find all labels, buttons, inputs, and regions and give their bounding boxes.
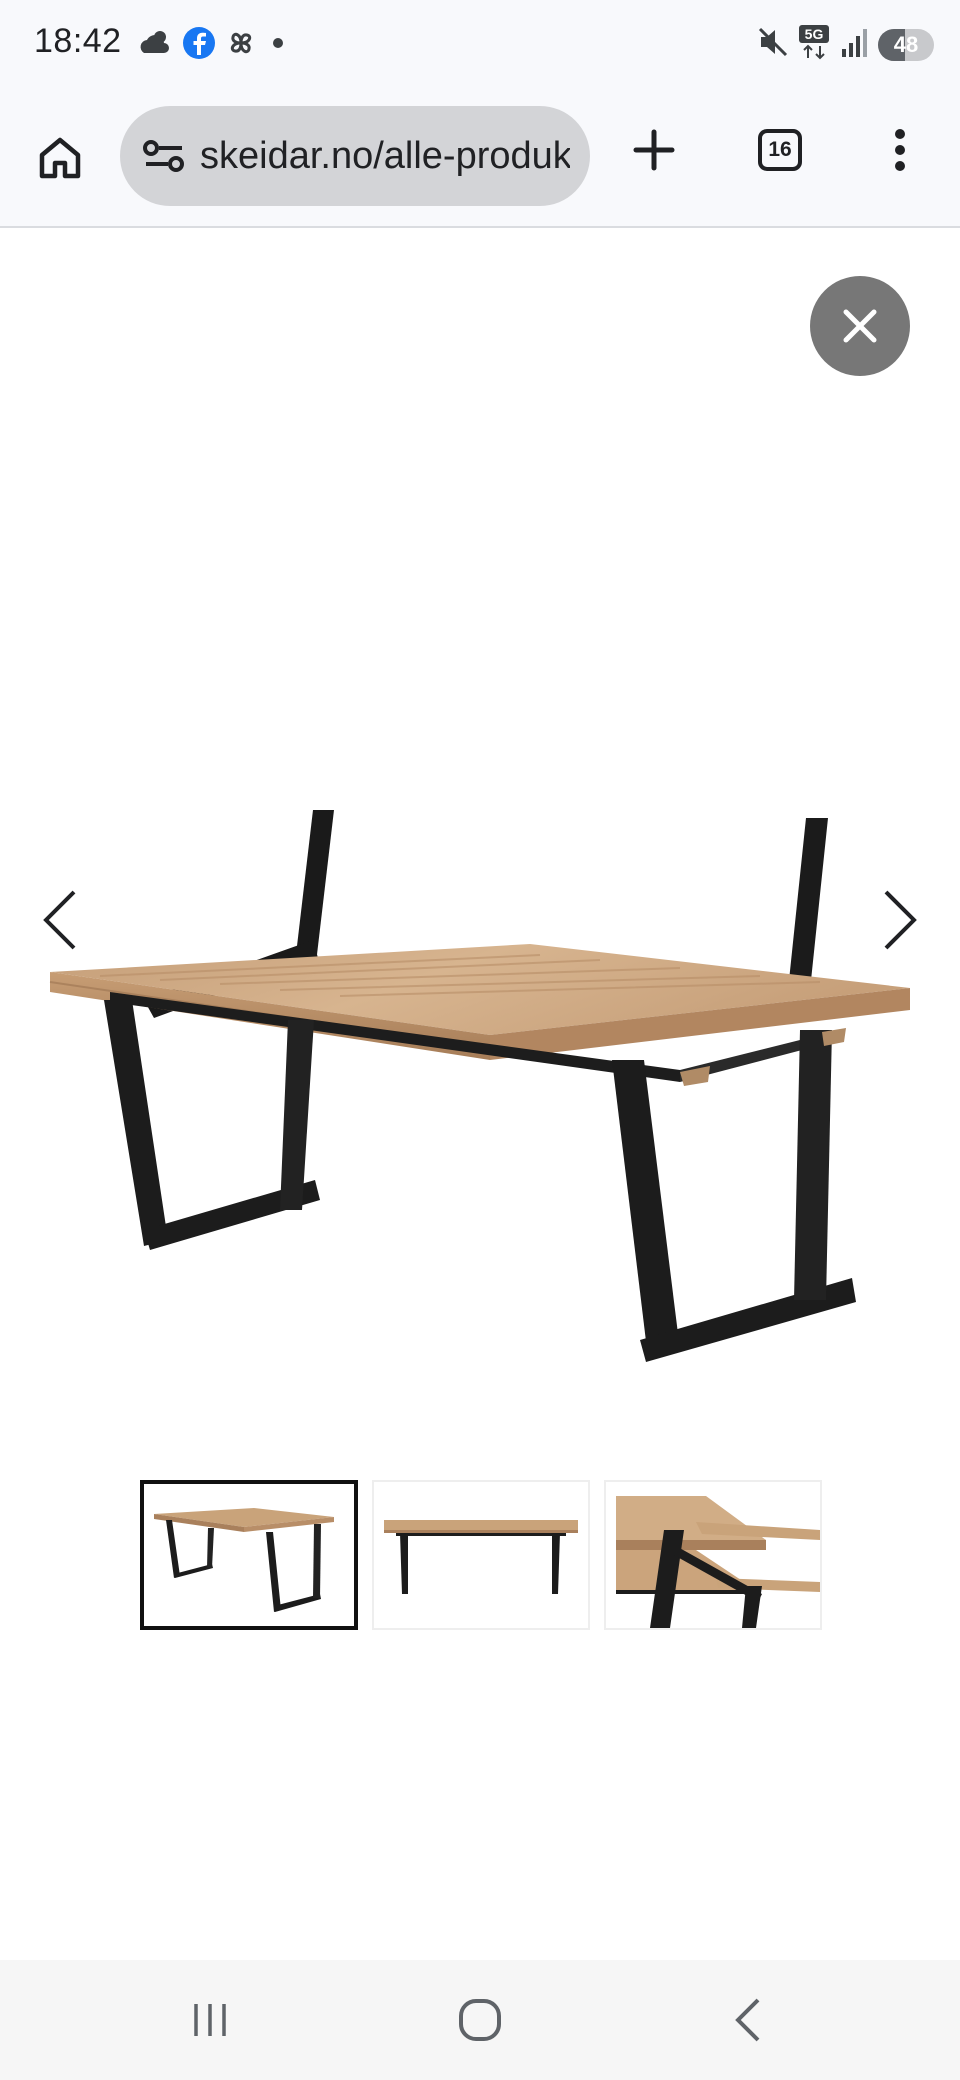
battery-indicator: 48	[878, 28, 934, 61]
notification-icons	[138, 26, 290, 65]
back-icon	[735, 1998, 760, 2042]
thumbnail-2[interactable]	[372, 1480, 590, 1630]
system-icons: 5G 48	[756, 24, 934, 65]
facebook-icon	[182, 26, 216, 65]
home-circle-icon	[459, 1999, 501, 2041]
menu-button[interactable]	[870, 120, 930, 180]
system-home-button[interactable]	[440, 1990, 520, 2050]
system-nav-bar	[0, 1960, 960, 2080]
thumbnail-3[interactable]	[604, 1480, 822, 1630]
more-vert-icon	[895, 129, 905, 171]
thumbnail-strip	[140, 1480, 822, 1630]
status-bar: 18:42 5G 48	[0, 0, 960, 92]
close-button[interactable]	[810, 276, 910, 376]
battery-level: 48	[893, 31, 919, 57]
close-icon	[843, 309, 877, 343]
address-bar[interactable]: skeidar.no/alle-produkter	[120, 106, 590, 206]
5g-icon: 5G	[798, 24, 832, 65]
home-button[interactable]	[30, 128, 90, 188]
cloud-sun-icon	[138, 27, 174, 64]
status-time: 18:42	[34, 22, 122, 60]
back-button[interactable]	[708, 1990, 788, 2050]
dot-icon	[266, 26, 290, 65]
tab-switcher-button[interactable]: 16	[750, 120, 810, 180]
pinwheel-icon	[224, 26, 258, 65]
thumbnail-1[interactable]	[140, 1480, 358, 1630]
plus-icon	[633, 129, 675, 171]
svg-text:5G: 5G	[805, 26, 824, 42]
mute-icon	[756, 25, 790, 64]
main-product-image	[40, 690, 920, 1390]
site-info-icon	[143, 140, 184, 172]
site-info-button[interactable]	[140, 132, 188, 180]
signal-icon	[840, 25, 870, 64]
browser-toolbar: skeidar.no/alle-produkter 16	[0, 92, 960, 228]
url-text: skeidar.no/alle-produkter	[200, 135, 570, 177]
recents-icon	[194, 2004, 226, 2036]
recents-button[interactable]	[170, 1990, 250, 2050]
home-icon	[39, 137, 81, 179]
image-gallery	[0, 230, 960, 1960]
new-tab-button[interactable]	[624, 120, 684, 180]
tabs-icon: 16	[758, 129, 802, 171]
